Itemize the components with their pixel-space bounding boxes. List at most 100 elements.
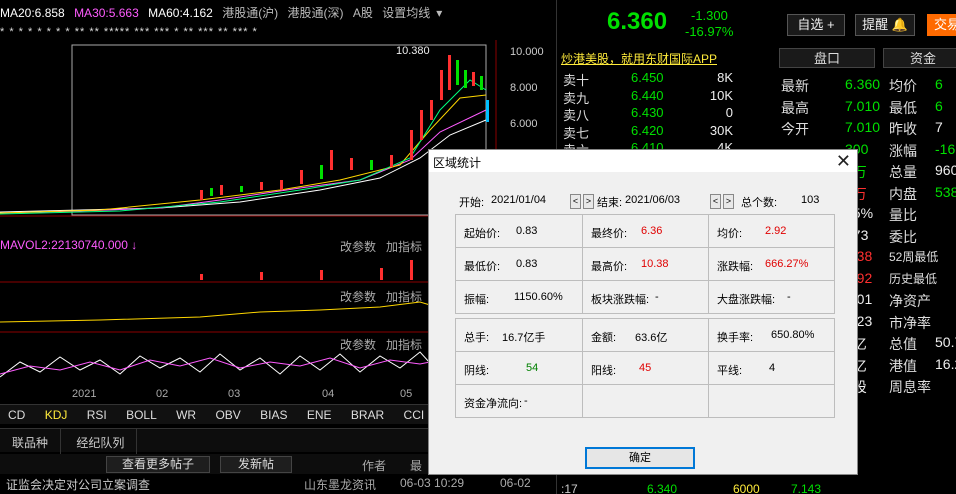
ask-level: 卖七 <box>563 125 590 141</box>
ask-price: 6.430 <box>631 105 664 120</box>
tab-related-products[interactable]: 联品种 <box>0 429 62 456</box>
cell-value: 63.6亿 <box>635 332 668 344</box>
stat-label: 内盘 <box>889 185 917 202</box>
indicator-panels[interactable] <box>0 252 496 382</box>
stat-label: 市净率 <box>889 314 931 331</box>
cell-key: 最终价: <box>591 228 628 240</box>
stat-value: 6 <box>935 76 943 92</box>
cell-value: - <box>524 395 528 407</box>
ma30-label: MA30:5.663 <box>74 6 139 20</box>
cell-key: 总手: <box>464 332 490 344</box>
order-book: 卖十 6.450 8K 卖九 6.440 10K 卖八 6.430 0 卖七 6… <box>557 70 777 158</box>
stat-cell-sector-change: 板块涨跌幅: - <box>582 280 709 314</box>
tab-orderbook[interactable]: 盘口 <box>779 48 875 68</box>
stat-label: 今开 <box>781 121 809 137</box>
tab-broker-queue[interactable]: 经纪队列 <box>64 429 138 456</box>
cell-value: 10.38 <box>641 258 669 270</box>
cell-value: - <box>655 291 659 303</box>
tab-kdj[interactable]: KDJ <box>37 405 76 425</box>
stat-cell-market-change: 大盘涨跌幅: - <box>708 280 835 314</box>
tab-boll[interactable]: BOLL <box>118 405 165 425</box>
stat-value: 16.2 <box>935 355 956 372</box>
end-prev-button[interactable]: < <box>710 194 721 209</box>
author-column-header: 作者 <box>362 459 387 473</box>
start-prev-button[interactable]: < <box>570 194 581 209</box>
hk-connect-sz-link[interactable]: 港股通(深) <box>288 6 344 20</box>
kdj-d-line <box>0 357 496 375</box>
alert-button[interactable]: 提醒 🔔 <box>855 14 915 36</box>
cell-value: 0.83 <box>516 225 538 237</box>
order-book-row: 卖九 6.440 10K <box>557 88 777 106</box>
stat-value: 7.010 <box>845 119 881 135</box>
add-favorite-button[interactable]: 自选 + <box>787 14 845 36</box>
stats-row: 最新 6.360 均价 6 <box>779 76 956 98</box>
ask-volume: 0 <box>725 105 733 120</box>
tab-bias[interactable]: BIAS <box>252 405 295 425</box>
stat-label: 涨幅 <box>889 142 917 159</box>
count-value: 103 <box>801 194 820 206</box>
month-label-04: 04 <box>322 388 335 400</box>
stat-cell-turnover: 换手率: 650.80% <box>708 318 835 352</box>
tab-capital[interactable]: 资金 <box>883 48 956 68</box>
tab-cci[interactable]: CCI <box>396 405 433 425</box>
news-title[interactable]: 证监会决定对公司立案调查 <box>6 476 150 493</box>
month-label-2021: 2021 <box>72 388 97 400</box>
stat-label: 最高 <box>781 99 809 116</box>
stat-label: 最新 <box>781 78 809 94</box>
ma-settings-dropdown[interactable]: 设置均线 <box>382 6 430 20</box>
stat-cell-amount: 金额: 63.6亿 <box>582 318 709 352</box>
ma60-label: MA60:4.162 <box>148 6 213 20</box>
cell-key: 均价: <box>717 228 743 240</box>
tick-volume: 6000 <box>733 482 760 494</box>
ask-volume: 10K <box>709 87 733 103</box>
cell-key: 平线: <box>717 365 743 377</box>
cell-value: 16.7亿手 <box>502 332 546 344</box>
alert-label: 提醒 <box>862 17 889 32</box>
month-label-05: 05 <box>400 388 413 400</box>
stat-cell-down-bars: 阴线: 54 <box>455 351 583 385</box>
tab-rsi[interactable]: RSI <box>79 405 115 425</box>
macd-line <box>0 301 496 323</box>
close-icon[interactable]: ✕ <box>836 151 851 171</box>
tab-brar[interactable]: BRAR <box>343 405 392 425</box>
hk-connect-sh-link[interactable]: 港股通(沪) <box>222 6 278 20</box>
ad-link[interactable]: 炒港美股，就用东财国际APP <box>561 50 777 68</box>
date-axis: 2021 02 03 04 05 <box>0 388 496 402</box>
cell-key: 阴线: <box>464 365 490 377</box>
stat-value: 538. <box>935 183 956 200</box>
tab-obv[interactable]: OBV <box>207 405 248 425</box>
cell-key: 板块涨跌幅: <box>591 294 650 306</box>
tick-time: :17 <box>561 482 578 494</box>
month-label-02: 02 <box>156 388 169 400</box>
start-label: 开始: <box>459 197 485 209</box>
tab-ene[interactable]: ENE <box>299 405 340 425</box>
cell-value: 650.80% <box>771 329 815 341</box>
ma-legend-row: MA20:6.858 MA30:5.663 MA60:4.162 港股通(沪) … <box>0 4 448 20</box>
stat-cell-empty <box>708 384 835 418</box>
cell-value: 2.92 <box>765 225 787 237</box>
date-range-row: 开始: 2021/01/04 < > 结束: 2021/06/03 < > 总个… <box>429 194 857 210</box>
ma10-line <box>0 79 487 215</box>
news-row[interactable]: 证监会决定对公司立案调查 山东墨龙资讯 06-03 10:29 06-02 <box>0 476 556 494</box>
cell-value: 666.27% <box>765 258 809 270</box>
axis-tick-6: 6.000 <box>510 118 538 130</box>
cell-value: 54 <box>526 362 539 374</box>
cell-key: 涨跌幅: <box>717 261 754 273</box>
start-next-button[interactable]: > <box>583 194 594 209</box>
new-post-button[interactable]: 发新帖 <box>220 456 292 473</box>
a-share-link[interactable]: A股 <box>353 6 373 20</box>
selection-rect <box>71 44 487 216</box>
tab-wr[interactable]: WR <box>168 405 204 425</box>
trade-button[interactable]: 交易 <box>927 14 956 36</box>
cell-value: 0.83 <box>516 258 538 270</box>
stat-cell-start-price: 起始价: 0.83 <box>455 214 583 248</box>
stats-row: 今开 7.010 昨收 7 <box>779 119 956 141</box>
ok-button[interactable]: 确定 <box>585 447 695 469</box>
cell-value: 1150.60% <box>514 291 563 303</box>
more-posts-button[interactable]: 查看更多帖子 <box>106 456 210 473</box>
cell-key: 资金净流向: <box>464 398 523 410</box>
order-book-row: 卖七 6.420 30K <box>557 123 777 141</box>
end-next-button[interactable]: > <box>723 194 734 209</box>
tab-macd[interactable]: CD <box>0 405 33 425</box>
ask-level: 卖十 <box>563 73 590 88</box>
